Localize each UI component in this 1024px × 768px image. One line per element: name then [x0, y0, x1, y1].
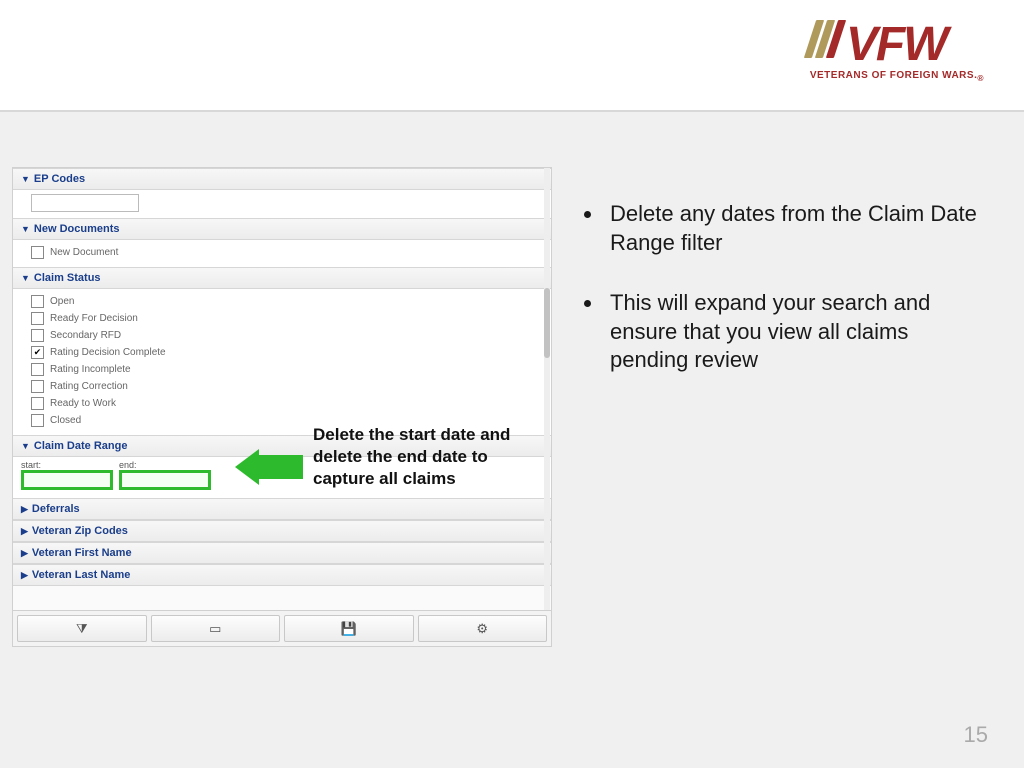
- callout-text: Delete the start date and delete the end…: [313, 424, 543, 490]
- save-as-button[interactable]: 💾: [284, 615, 414, 642]
- checkbox-label: Rating Correction: [50, 381, 128, 392]
- start-label: start:: [21, 460, 113, 470]
- scrollbar-track[interactable]: [544, 168, 550, 610]
- scrollbar-thumb[interactable]: [544, 288, 550, 358]
- instruction-bullet: Delete any dates from the Claim Date Ran…: [604, 200, 990, 257]
- checkbox-label: Rating Incomplete: [50, 364, 131, 375]
- checkbox-icon: [31, 363, 44, 376]
- checkbox-icon: [31, 346, 44, 359]
- settings-button[interactable]: ⚙: [418, 615, 548, 642]
- save-icon: ▭: [209, 621, 221, 637]
- section-veteran-first-name[interactable]: ▶ Veteran First Name: [13, 542, 551, 564]
- section-title: Veteran Zip Codes: [32, 525, 128, 537]
- gear-icon: ⚙: [476, 621, 488, 637]
- checkbox-label: Open: [50, 296, 74, 307]
- section-title: Veteran Last Name: [32, 569, 130, 581]
- filter-button[interactable]: ⧩: [17, 615, 147, 642]
- filters-panel-screenshot: ▼ EP Codes ▼ New Documents New Document …: [12, 167, 552, 647]
- logo-subtitle: VETERANS OF FOREIGN WARS.®: [810, 70, 984, 83]
- checkbox-new-document[interactable]: New Document: [31, 244, 543, 261]
- chevron-down-icon: ▼: [21, 441, 30, 451]
- save-button[interactable]: ▭: [151, 615, 281, 642]
- end-label: end:: [119, 460, 211, 470]
- checkbox-icon: [31, 312, 44, 325]
- ep-codes-input[interactable]: [31, 194, 139, 212]
- disk-icon: 💾: [341, 621, 357, 637]
- checkbox-label: Secondary RFD: [50, 330, 121, 341]
- chevron-down-icon: ▼: [21, 174, 30, 184]
- chevron-down-icon: ▼: [21, 224, 30, 234]
- section-ep-codes[interactable]: ▼ EP Codes: [13, 168, 551, 190]
- section-title: New Documents: [34, 223, 120, 235]
- checkbox-ready-for-decision[interactable]: Ready For Decision: [31, 310, 543, 327]
- checkbox-label: New Document: [50, 247, 118, 258]
- chevron-right-icon: ▶: [21, 570, 28, 581]
- section-title: Veteran First Name: [32, 547, 132, 559]
- checkbox-icon: [31, 414, 44, 427]
- checkbox-rating-correction[interactable]: Rating Correction: [31, 378, 543, 395]
- checkbox-icon: [31, 246, 44, 259]
- checkbox-icon: [31, 329, 44, 342]
- instruction-bullet: This will expand your search and ensure …: [604, 289, 990, 375]
- section-title: EP Codes: [34, 173, 85, 185]
- chevron-right-icon: ▶: [21, 526, 28, 537]
- section-title: Claim Date Range: [34, 440, 128, 452]
- logo-text: VFW: [846, 25, 947, 66]
- chevron-right-icon: ▶: [21, 504, 28, 515]
- checkbox-open[interactable]: Open: [31, 293, 543, 310]
- section-claim-status[interactable]: ▼ Claim Status: [13, 267, 551, 289]
- section-title: Claim Status: [34, 272, 101, 284]
- start-date-input[interactable]: [21, 470, 113, 490]
- logo-stripes-icon: [810, 20, 840, 58]
- end-date-input[interactable]: [119, 470, 211, 490]
- checkbox-rating-decision-complete[interactable]: Rating Decision Complete: [31, 344, 543, 361]
- checkbox-label: Ready to Work: [50, 398, 116, 409]
- slide-body: ▼ EP Codes ▼ New Documents New Document …: [0, 112, 1024, 768]
- filter-icon: ⧩: [76, 621, 88, 637]
- vfw-logo: VFW VETERANS OF FOREIGN WARS.®: [810, 20, 984, 83]
- chevron-down-icon: ▼: [21, 273, 30, 283]
- slide-header: VFW VETERANS OF FOREIGN WARS.®: [0, 0, 1024, 112]
- section-new-documents[interactable]: ▼ New Documents: [13, 218, 551, 240]
- checkbox-rating-incomplete[interactable]: Rating Incomplete: [31, 361, 543, 378]
- chevron-right-icon: ▶: [21, 548, 28, 559]
- checkbox-icon: [31, 397, 44, 410]
- checkbox-icon: [31, 380, 44, 393]
- checkbox-label: Closed: [50, 415, 81, 426]
- checkbox-label: Rating Decision Complete: [50, 347, 166, 358]
- section-veteran-last-name[interactable]: ▶ Veteran Last Name: [13, 564, 551, 586]
- checkbox-ready-to-work[interactable]: Ready to Work: [31, 395, 543, 412]
- section-deferrals[interactable]: ▶ Deferrals: [13, 498, 551, 520]
- checkbox-icon: [31, 295, 44, 308]
- toolbar: ⧩ ▭ 💾 ⚙: [13, 610, 551, 646]
- section-veteran-zip-codes[interactable]: ▶ Veteran Zip Codes: [13, 520, 551, 542]
- checkbox-label: Ready For Decision: [50, 313, 138, 324]
- section-title: Deferrals: [32, 503, 80, 515]
- page-number: 15: [964, 722, 988, 748]
- checkbox-secondary-rfd[interactable]: Secondary RFD: [31, 327, 543, 344]
- instruction-bullets: Delete any dates from the Claim Date Ran…: [570, 200, 990, 407]
